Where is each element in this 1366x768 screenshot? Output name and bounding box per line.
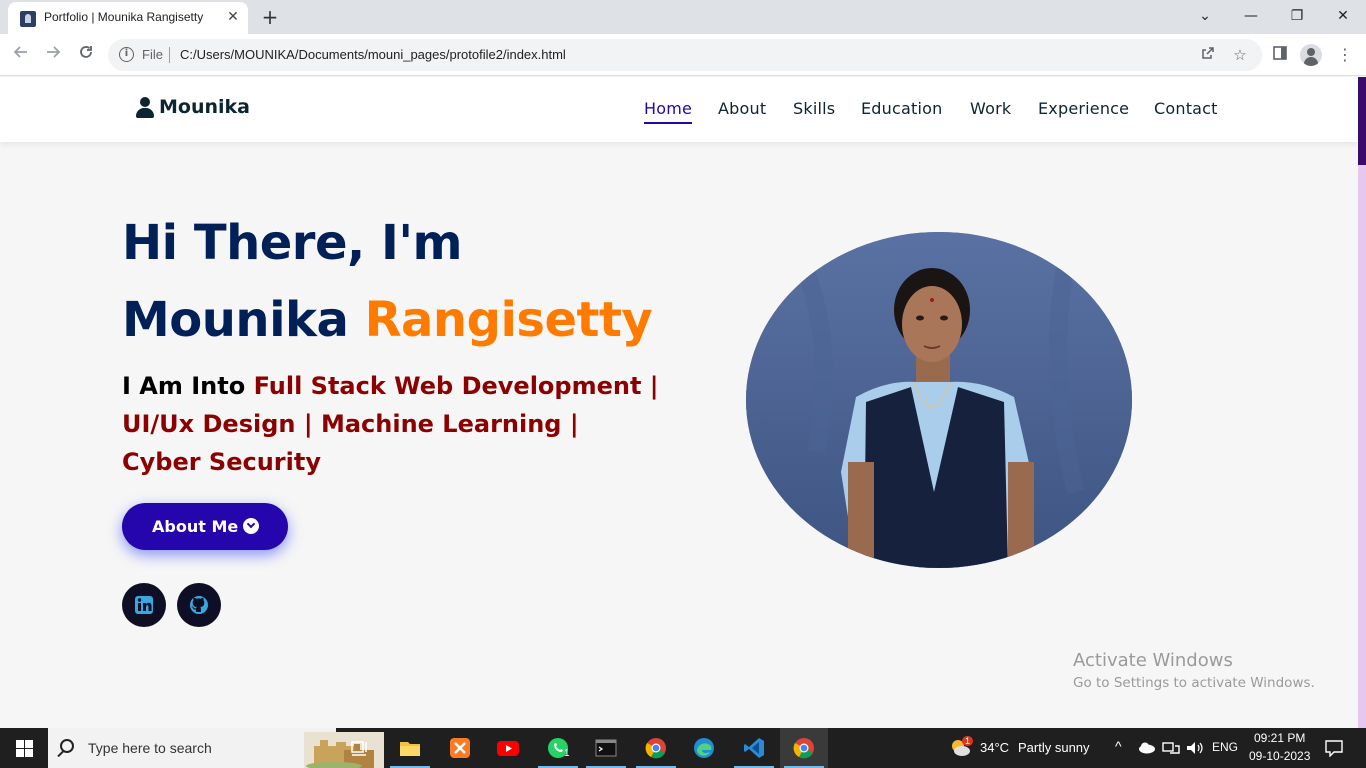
back-arrow-icon <box>13 46 27 58</box>
profile-photo <box>746 232 1132 568</box>
nav-skills[interactable]: Skills <box>793 99 835 118</box>
hero-first-name: Mounika <box>122 292 349 348</box>
page-viewport: Mounika Home About Skills Education Work… <box>0 77 1366 728</box>
activate-windows-watermark: Activate Windows Go to Settings to activ… <box>1073 650 1315 691</box>
start-button[interactable] <box>0 728 48 768</box>
chrome-icon <box>645 738 666 759</box>
taskbar-chrome[interactable] <box>780 728 828 768</box>
youtube-icon <box>497 741 519 756</box>
chevron-up-icon[interactable]: ^ <box>1115 738 1122 754</box>
watermark-subtitle: Go to Settings to activate Windows. <box>1073 675 1315 691</box>
windows-logo-icon <box>16 740 24 748</box>
minimize-button[interactable]: — <box>1228 4 1274 28</box>
taskbar-file-explorer[interactable] <box>386 728 434 768</box>
hero-intro: I Am Into <box>122 372 246 400</box>
browser-toolbar: i File C:/Users/MOUNIKA/Documents/mouni_… <box>0 34 1366 76</box>
chrome-icon <box>793 738 814 759</box>
weather-badge: 1 <box>962 736 974 746</box>
browser-tab[interactable]: Portfolio | Mounika Rangisetty ✕ <box>8 2 248 34</box>
weather-desc[interactable]: Partly sunny <box>1018 740 1090 755</box>
taskbar-xampp[interactable] <box>436 728 484 768</box>
watermark-title: Activate Windows <box>1073 650 1233 671</box>
linkedin-icon <box>135 596 153 614</box>
restore-button[interactable]: ❐ <box>1274 4 1320 28</box>
site-header: Mounika Home About Skills Education Work… <box>0 77 1358 142</box>
onedrive-cloud-icon[interactable] <box>1138 742 1156 754</box>
about-me-label: About Me <box>152 517 239 536</box>
scrollbar-thumb[interactable] <box>1358 77 1366 165</box>
task-view-icon <box>351 741 367 756</box>
tab-close-icon[interactable]: ✕ <box>224 8 242 26</box>
weather-temp[interactable]: 34°C <box>980 740 1009 755</box>
vscode-icon <box>744 738 764 758</box>
folder-icon <box>400 742 420 756</box>
address-separator <box>169 47 170 63</box>
info-icon[interactable]: i <box>119 47 134 62</box>
tab-search-button[interactable]: ⌄ <box>1182 4 1228 28</box>
address-scheme: File <box>142 47 163 62</box>
nav-about[interactable]: About <box>718 99 766 118</box>
clock-date[interactable]: 09-10-2023 <box>1249 749 1310 763</box>
linkedin-button[interactable] <box>122 583 166 627</box>
hero-greeting: Hi There, I'm <box>122 215 463 271</box>
reload-icon <box>80 46 92 58</box>
windows-taskbar: Type here to search 1 1 34°C Partly sunn… <box>0 728 1366 768</box>
side-panel-icon[interactable] <box>1268 43 1292 67</box>
bookmark-star-icon[interactable]: ☆ <box>1230 45 1250 65</box>
portrait-image <box>746 232 1132 568</box>
task-view-button[interactable] <box>336 728 384 768</box>
brand-name: Mounika <box>159 96 250 118</box>
hero-name: Mounika Rangisetty <box>122 292 653 348</box>
forward-arrow-icon <box>47 46 61 58</box>
taskbar-terminal[interactable] <box>582 728 630 768</box>
notification-icon[interactable] <box>1325 740 1343 757</box>
menu-kebab-icon[interactable]: ⋮ <box>1333 43 1357 67</box>
github-icon <box>190 596 208 614</box>
close-window-button[interactable]: ✕ <box>1320 4 1366 28</box>
whatsapp-badge: 1 <box>564 748 570 759</box>
network-icon[interactable] <box>1162 741 1180 755</box>
address-url[interactable]: C:/Users/MOUNIKA/Documents/mouni_pages/p… <box>180 47 566 62</box>
volume-icon[interactable] <box>1186 741 1204 755</box>
forward-button[interactable] <box>41 43 65 67</box>
taskbar-edge[interactable] <box>680 728 728 768</box>
taskbar-vscode[interactable] <box>730 728 778 768</box>
taskbar-search[interactable]: Type here to search <box>48 728 384 768</box>
clock-time[interactable]: 09:21 PM <box>1254 731 1305 745</box>
github-button[interactable] <box>177 583 221 627</box>
xampp-icon <box>450 738 470 758</box>
nav-home[interactable]: Home <box>644 99 693 124</box>
share-icon[interactable] <box>1198 45 1218 65</box>
back-button[interactable] <box>9 43 33 67</box>
nav-work[interactable]: Work <box>970 99 1011 118</box>
taskbar-chrome-profile[interactable] <box>632 728 680 768</box>
reload-button[interactable] <box>74 43 98 67</box>
profile-avatar-icon[interactable] <box>1300 44 1322 66</box>
nav-education[interactable]: Education <box>861 99 942 118</box>
favicon-icon <box>20 11 36 27</box>
tab-title: Portfolio | Mounika Rangisetty <box>44 10 204 24</box>
about-me-button[interactable]: About Me <box>122 503 288 550</box>
taskbar-whatsapp[interactable]: 1 <box>534 728 582 768</box>
edge-icon <box>694 738 714 758</box>
search-icon <box>60 739 74 753</box>
tab-strip: Portfolio | Mounika Rangisetty ✕ + ⌄ — ❐… <box>0 0 1366 34</box>
address-bar[interactable]: i File C:/Users/MOUNIKA/Documents/mouni_… <box>108 39 1262 71</box>
taskbar-youtube[interactable] <box>484 728 532 768</box>
language-indicator[interactable]: ENG <box>1212 740 1238 754</box>
new-tab-button[interactable]: + <box>258 6 282 28</box>
hero-subtitle: I Am Into Full Stack Web Development | U… <box>122 367 662 481</box>
page-scrollbar[interactable] <box>1358 77 1366 728</box>
nav-experience[interactable]: Experience <box>1038 99 1129 118</box>
nav-contact[interactable]: Contact <box>1154 99 1218 118</box>
search-placeholder: Type here to search <box>88 740 212 756</box>
hero-last-name: Rangisetty <box>364 292 653 348</box>
user-icon <box>135 97 155 119</box>
arrow-circle-down-icon <box>243 518 259 534</box>
terminal-icon <box>595 739 617 757</box>
